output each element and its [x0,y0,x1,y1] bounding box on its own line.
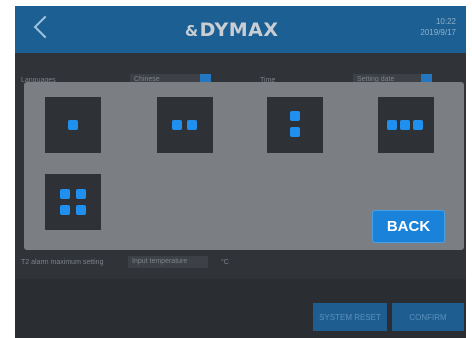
layout-option-two-vertical[interactable] [267,97,323,153]
top-bar: &DYMAX 10:22 2019/9/17 [15,6,466,53]
temperature-alarm-label: T2 alarm maximum setting [21,259,104,266]
system-reset-button[interactable]: SYSTEM RESET [313,303,387,331]
temperature-input[interactable]: Input temperature [128,256,208,268]
device-screen: &DYMAX 10:22 2019/9/17 Languages Chinese… [15,6,466,338]
layout-option-one[interactable] [45,97,101,153]
temperature-unit: °C [221,259,229,266]
layout-option-three-horizontal[interactable] [378,97,434,153]
layout-option-four-grid[interactable] [45,174,101,230]
logo-symbol: & [185,22,199,40]
dymax-logo: &DYMAX [185,19,279,41]
clock-time: 10:22 [435,17,456,26]
layout-picker-dialog: BACK [24,82,464,250]
layout-option-two-horizontal[interactable] [157,97,213,153]
confirm-button[interactable]: CONFIRM [392,303,464,331]
back-button[interactable]: BACK [373,211,444,242]
clock-date: 2019/9/17 [420,28,456,37]
clock: 10:22 2019/9/17 [420,16,456,38]
logo-text: DYMAX [199,19,279,41]
back-arrow-icon[interactable] [33,15,57,39]
